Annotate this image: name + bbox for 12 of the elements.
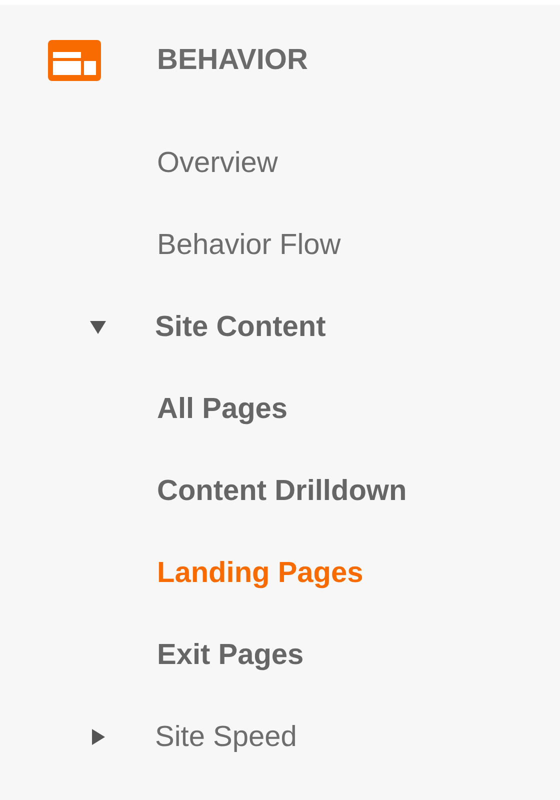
nav-item[interactable]: All Pages bbox=[157, 392, 288, 426]
nav-link[interactable]: Overview bbox=[157, 146, 278, 180]
nav-item[interactable]: Exit Pages bbox=[157, 638, 304, 672]
section-title: BEHAVIOR bbox=[157, 44, 308, 76]
caret-right-icon[interactable] bbox=[90, 729, 106, 745]
behavior-icon bbox=[48, 40, 101, 80]
nav-group[interactable]: Site Content bbox=[155, 310, 326, 344]
caret-down-icon[interactable] bbox=[90, 319, 106, 335]
nav-item[interactable]: Content Drilldown bbox=[157, 474, 407, 508]
nav-link[interactable]: Behavior Flow bbox=[157, 228, 341, 262]
nav-group[interactable]: Site Speed bbox=[155, 720, 297, 754]
nav-item[interactable]: Landing Pages bbox=[157, 556, 364, 590]
